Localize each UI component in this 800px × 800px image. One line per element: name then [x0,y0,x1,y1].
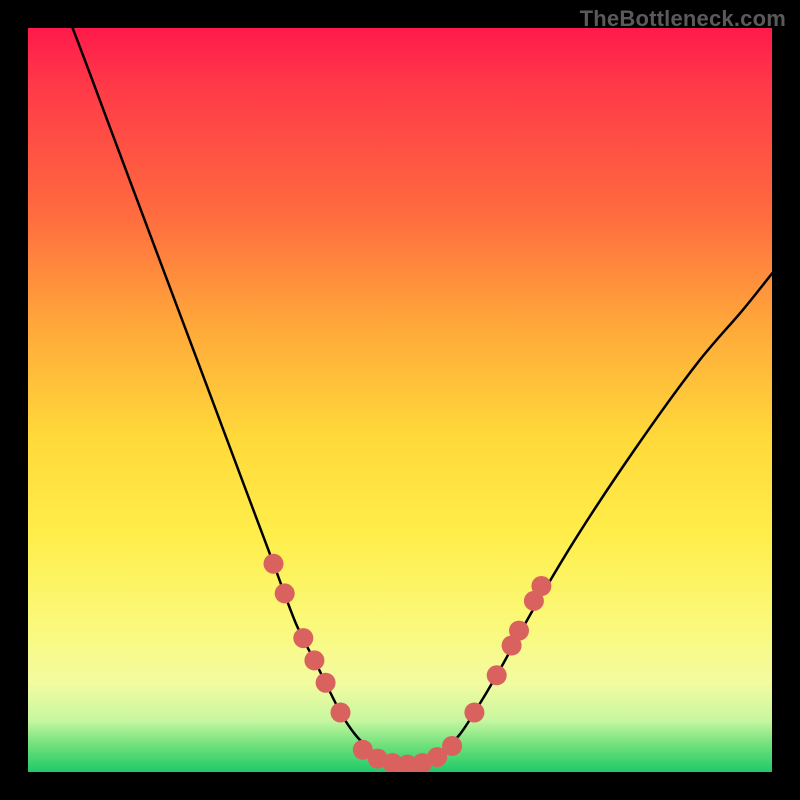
marker-dot [316,673,336,693]
marker-dot [442,736,462,756]
marker-dot [304,650,324,670]
bottleneck-curve [28,28,772,765]
bottleneck-chart-svg [28,28,772,772]
marker-dot [509,621,529,641]
watermark-text: TheBottleneck.com [580,6,786,32]
marker-dot [464,703,484,723]
marker-dot [275,583,295,603]
marker-dot [331,703,351,723]
marker-dot [531,576,551,596]
plot-area [28,28,772,772]
marker-dot [293,628,313,648]
marker-dot [487,665,507,685]
marker-dots [264,554,552,772]
marker-dot [264,554,284,574]
